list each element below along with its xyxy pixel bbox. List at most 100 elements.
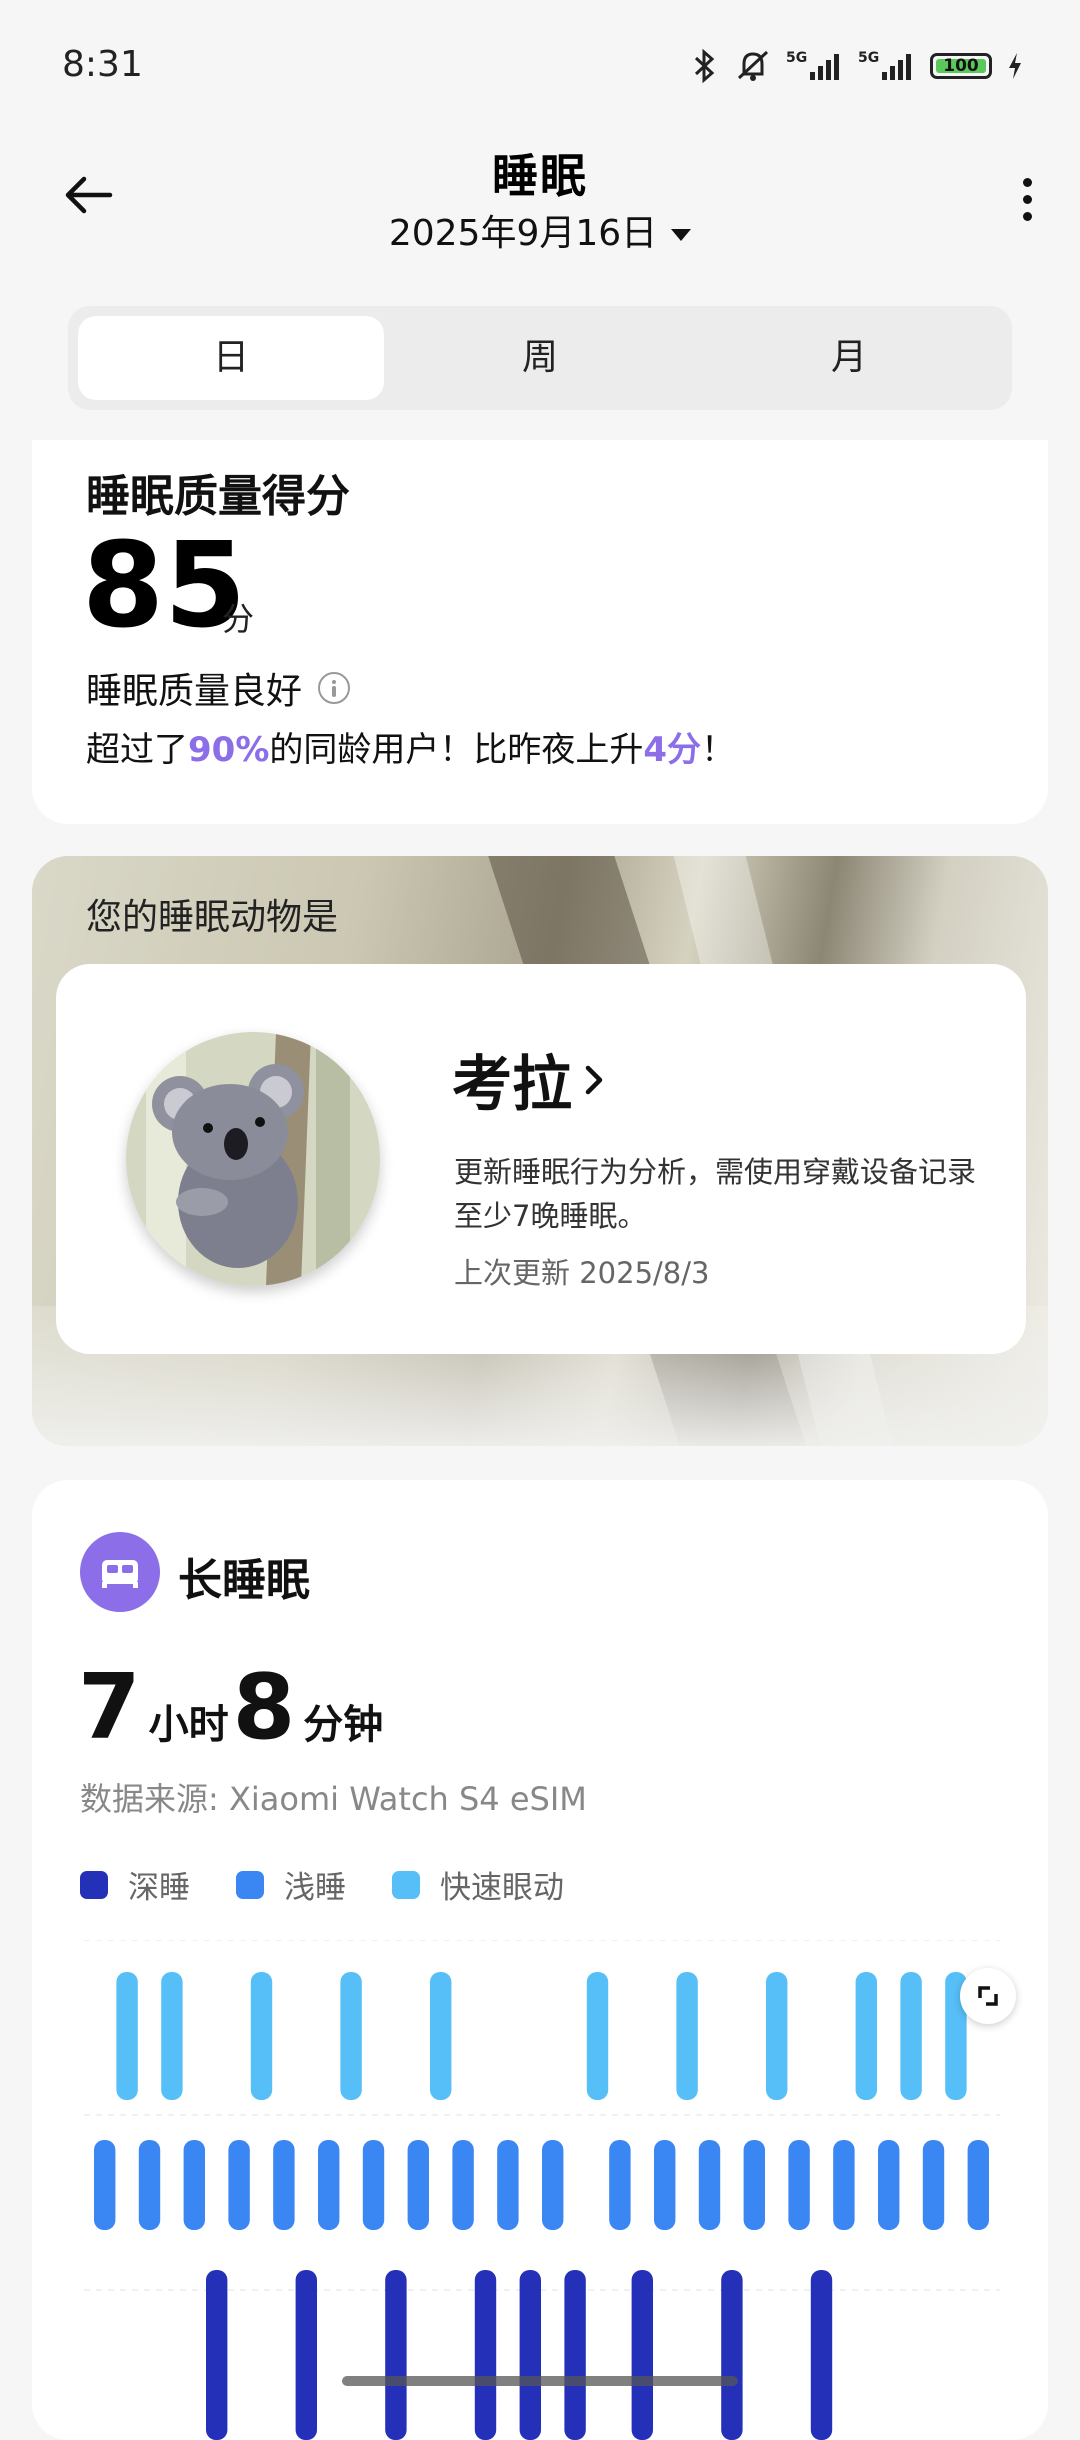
sleep-stage-segment <box>116 1972 138 2100</box>
sleep-stage-segment <box>721 2270 743 2440</box>
duration-hours-unit: 小时 <box>148 1702 229 1748</box>
long-sleep-title: 长睡眠 <box>178 1555 310 1606</box>
sleep-stage-segment <box>676 1972 698 2100</box>
sleep-duration: 7 小时 8 分钟 <box>78 1658 387 1758</box>
more-button[interactable] <box>1002 164 1052 234</box>
net-label-1: 5G <box>786 50 807 66</box>
percent-value: 90% <box>188 730 270 770</box>
chevron-right-icon <box>585 1065 603 1094</box>
sleep-stage-segment <box>833 2140 855 2230</box>
legend-swatch <box>236 1870 264 1899</box>
battery-level: 100 <box>943 56 979 76</box>
score-comparison: 超过了90%的同龄用户！比昨夜上升4分！ <box>86 722 735 771</box>
animal-detail-card[interactable]: 考拉 更新睡眠行为分析，需使用穿戴设备记录至少7晚睡眠。 上次更新 2025/8… <box>56 964 1026 1354</box>
long-sleep-card[interactable]: 长睡眠 7 小时 8 分钟 数据来源: Xiaomi Watch S4 eSIM… <box>32 1480 1048 2440</box>
signal-5g-icon: 5G <box>786 50 839 80</box>
sleep-stage-segment <box>362 2140 385 2230</box>
sleep-stage-segment <box>138 2140 161 2230</box>
status-icons: 5G 5G 100 <box>690 48 1024 84</box>
tab-week[interactable]: 周 <box>387 316 693 400</box>
header: 睡眠 2025年9月16日 <box>0 140 1080 280</box>
mute-bell-icon <box>737 50 769 81</box>
koala-image <box>126 1032 380 1286</box>
chart-legend: 深睡 浅睡 快速眼动 <box>80 1862 564 1907</box>
sleep-animal-card: 您的睡眠动物是 考拉 更新睡眠行为分析，需使用穿戴设备记录至少7晚睡眠。 上次更… <box>32 856 1048 1446</box>
bluetooth-icon <box>694 48 715 84</box>
duration-minutes-unit: 分钟 <box>303 1702 384 1748</box>
tab-day[interactable]: 日 <box>78 316 384 400</box>
sleep-score-card[interactable]: 睡眠质量得分 85 分 睡眠质量良好 超过了90%的同龄用户！比昨夜上升4分！ <box>32 440 1048 824</box>
sleep-stage-segment <box>743 2140 765 2230</box>
sleep-stage-segment <box>385 2270 407 2440</box>
sleep-stage-segment <box>900 1972 922 2100</box>
legend-item-deep: 深睡 <box>80 1862 190 1907</box>
legend-item-rem: 快速眼动 <box>392 1862 564 1907</box>
sleep-stage-segment <box>586 1972 609 2100</box>
legend-label: 快速眼动 <box>440 1870 564 1906</box>
legend-swatch <box>80 1870 108 1899</box>
sleep-stage-segment <box>273 2140 295 2230</box>
sleep-stage-segment <box>161 1972 183 2100</box>
tab-month[interactable]: 月 <box>696 316 1002 400</box>
sleep-stage-segment <box>228 2140 250 2230</box>
animal-description: 更新睡眠行为分析，需使用穿戴设备记录至少7晚睡眠。 <box>454 1155 977 1233</box>
sleep-stage-segment <box>183 2140 205 2230</box>
battery-icon: 100 <box>930 53 992 79</box>
duration-hours: 7 <box>78 1655 141 1760</box>
home-indicator[interactable] <box>342 2376 738 2386</box>
status-time: 8:31 <box>62 44 143 85</box>
score-quality: 睡眠质量良好 <box>86 662 351 714</box>
legend-item-light: 浅睡 <box>236 1862 346 1907</box>
sleep-stage-segment <box>878 2140 900 2230</box>
score-title: 睡眠质量得分 <box>86 471 350 522</box>
charging-icon <box>1009 53 1021 79</box>
legend-label: 浅睡 <box>284 1870 346 1906</box>
sleep-stage-segment <box>855 1972 877 2100</box>
sleep-stage-segment <box>609 2140 631 2230</box>
sleep-stage-segment <box>340 1972 362 2100</box>
date-label: 2025年9月16日 <box>388 213 658 254</box>
sleep-stage-segment <box>497 2140 519 2230</box>
sleep-stage-segment <box>94 2140 116 2230</box>
sleep-stage-segment <box>766 1972 788 2100</box>
sleep-stage-segment <box>922 2140 945 2230</box>
sleep-stage-segment <box>474 2270 497 2440</box>
sleep-stage-segment <box>430 1972 452 2100</box>
page-title: 睡眠 <box>492 149 588 203</box>
duration-minutes: 8 <box>232 1655 296 1760</box>
legend-label: 深睡 <box>128 1870 190 1906</box>
delta-value: 4分 <box>643 730 702 770</box>
sleep-stage-segment <box>452 2140 474 2230</box>
compare-mid: 的同龄用户！比昨夜上升 <box>269 730 644 770</box>
animal-heading: 您的睡眠动物是 <box>86 897 339 938</box>
sleep-stage-segment <box>631 2270 653 2440</box>
net-label-2: 5G <box>858 50 879 66</box>
more-dots-icon <box>1022 177 1032 187</box>
sleep-stage-segment <box>967 2140 989 2230</box>
sleep-stage-segment <box>788 2140 810 2230</box>
compare-prefix: 超过了 <box>86 730 188 770</box>
koala-icon <box>126 1032 380 1286</box>
animal-updated: 上次更新 2025/8/3 <box>454 1256 710 1290</box>
sleep-stage-chart[interactable] <box>84 1940 1000 2440</box>
animal-name-link[interactable]: 考拉 <box>452 1036 608 1123</box>
sleep-stage-segment <box>564 2270 586 2440</box>
sleep-stage-segment <box>654 2140 676 2230</box>
expand-button[interactable] <box>960 1968 1016 2024</box>
animal-name: 考拉 <box>452 1050 572 1120</box>
score-unit: 分 <box>222 600 255 638</box>
sleep-stage-segment <box>519 2270 541 2440</box>
caret-down-icon <box>671 229 692 241</box>
status-bar: 8:31 5G 5G 100 <box>0 0 1080 140</box>
sleep-stage-segment <box>810 2270 833 2440</box>
sleep-stage-segment <box>698 2140 721 2230</box>
sleep-stage-segment <box>407 2140 429 2230</box>
quality-label: 睡眠质量良好 <box>86 671 303 712</box>
compare-suffix: ！ <box>701 730 736 770</box>
sleep-stage-segment <box>206 2270 228 2440</box>
sleep-stage-segment <box>295 2270 317 2440</box>
date-selector[interactable]: 2025年9月16日 <box>0 204 1080 256</box>
sleep-stage-segment <box>250 1972 273 2100</box>
info-icon[interactable] <box>318 672 351 704</box>
expand-icon <box>978 1986 998 2006</box>
